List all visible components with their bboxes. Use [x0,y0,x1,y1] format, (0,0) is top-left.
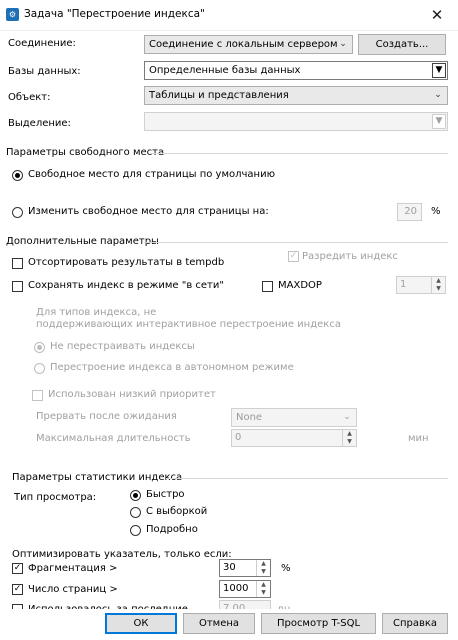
dropdown-arrow-icon: ▼ [432,114,446,129]
sampled-scan-radio[interactable] [130,507,141,518]
chevron-down-icon[interactable]: ▼ [343,438,356,446]
stats-heading: Параметры статистики индекса [12,472,183,483]
task-icon: ⚙ [6,8,19,21]
free-space-percent-unit: % [431,206,441,217]
divider [166,478,448,479]
dropdown-arrow-icon: ▼ [432,63,446,78]
ok-button[interactable]: ОК [105,613,177,634]
selection-dropdown[interactable]: ▼ [144,112,448,131]
fragmentation-stepper[interactable]: 30 ▲ ▼ [219,559,271,577]
fragmentation-label: Фрагментация > [28,563,118,574]
scan-type-label: Тип просмотра: [14,492,97,503]
maxdop-stepper[interactable]: 1 ▲ ▼ [396,276,446,294]
page-count-checkbox[interactable]: ✓ [12,584,23,595]
chevron-down-icon: ⌄ [339,39,347,49]
abort-dropdown[interactable]: None ⌄ [231,408,357,427]
fragmentation-value: 30 [223,562,236,573]
max-duration-label: Максимальная длительность [36,433,191,444]
databases-dropdown[interactable]: Определенные базы данных ▼ [144,61,448,80]
page-count-value: 1000 [223,583,249,594]
connection-dropdown[interactable]: Соединение с локальным сервером ⌄ [144,35,353,54]
free-space-heading: Параметры свободного места [6,147,165,158]
chevron-up-icon[interactable]: ▲ [257,560,270,568]
default-free-space-radio[interactable] [12,170,23,181]
fragmentation-unit: % [281,563,291,574]
maxdop-checkbox[interactable] [262,281,273,292]
title-bar: ⚙ Задача "Перестроение индекса" ✕ [0,0,458,31]
optimize-heading: Оптимизировать указатель, только если: [12,549,232,560]
databases-value: Определенные базы данных [149,65,301,76]
object-dropdown[interactable]: Таблицы и представления ⌄ [144,86,448,105]
chevron-down-icon[interactable]: ▼ [432,285,445,293]
selection-label: Выделение: [8,118,71,129]
max-duration-unit: мин [408,433,429,444]
online-note-line-1: Для типов индекса, не [36,307,157,318]
max-duration-value: 0 [235,432,242,443]
no-rebuild-radio[interactable] [34,342,45,353]
connection-label: Соединение: [8,38,76,49]
online-note-line-2: поддерживающих интерактивное перестроени… [36,319,341,330]
view-tsql-button[interactable]: Просмотр T-SQL [261,613,376,634]
fast-scan-radio[interactable] [130,490,141,501]
stepper-buttons: ▲ ▼ [342,430,356,446]
max-duration-stepper[interactable]: 0 ▲ ▼ [231,429,357,447]
page-count-stepper[interactable]: 1000 ▲ ▼ [219,580,271,598]
divider [144,242,448,243]
divider [150,153,448,154]
chevron-down-icon: ⌄ [434,90,442,100]
sort-tempdb-label: Отсортировать результаты в tempdb [28,257,225,268]
chevron-down-icon[interactable]: ▼ [257,589,270,597]
change-free-space-label: Изменить свободное место для страницы на… [28,206,269,217]
cancel-button[interactable]: Отмена [183,613,255,634]
chevron-up-icon[interactable]: ▲ [257,581,270,589]
footer-bar: ОК Отмена Просмотр T-SQL Справка [0,609,458,640]
detailed-scan-label: Подробно [146,524,198,535]
maxdop-label: MAXDOP [278,280,322,291]
allow-index-checkbox[interactable]: ✓ [288,251,299,262]
low-priority-label: Использован низкий приоритет [48,389,216,400]
change-free-space-radio[interactable] [12,207,23,218]
keep-online-checkbox[interactable] [12,281,23,292]
chevron-up-icon[interactable]: ▲ [343,430,356,438]
offline-rebuild-radio[interactable] [34,363,45,374]
maxdop-value: 1 [400,279,407,290]
window-title: Задача "Перестроение индекса" [24,8,205,20]
free-space-percent-field[interactable]: 20 [397,203,422,221]
object-label: Объект: [8,92,51,103]
allow-index-label: Разредить индекс [302,251,398,262]
object-value: Таблицы и представления [149,90,289,101]
stepper-buttons: ▲ ▼ [431,277,445,293]
sampled-scan-label: С выборкой [146,506,208,517]
connection-value: Соединение с локальным сервером [149,39,338,50]
abort-value: None [236,412,263,423]
fast-scan-label: Быстро [146,489,185,500]
detailed-scan-radio[interactable] [130,525,141,536]
free-space-percent-value: 20 [404,206,417,217]
chevron-down-icon: ⌄ [343,412,351,422]
databases-label: Базы данных: [8,66,81,77]
low-priority-checkbox[interactable] [32,390,43,401]
close-icon[interactable]: ✕ [426,4,448,26]
help-button[interactable]: Справка [382,613,448,634]
keep-online-label: Сохранять индекс в режиме "в сети" [28,280,224,291]
stepper-buttons: ▲ ▼ [256,581,270,597]
chevron-down-icon[interactable]: ▼ [257,568,270,576]
abort-label: Прервать после ожидания [36,411,177,422]
page-count-label: Число страниц > [28,584,118,595]
create-connection-button[interactable]: Создать... [358,34,446,55]
advanced-heading: Дополнительные параметры [6,236,159,247]
offline-rebuild-label: Перестроение индекса в автономном режиме [50,362,294,373]
chevron-up-icon[interactable]: ▲ [432,277,445,285]
sort-tempdb-checkbox[interactable] [12,258,23,269]
default-free-space-label: Свободное место для страницы по умолчани… [28,169,276,180]
fragmentation-checkbox[interactable]: ✓ [12,563,23,574]
stepper-buttons: ▲ ▼ [256,560,270,576]
no-rebuild-label: Не перестраивать индексы [50,341,195,352]
